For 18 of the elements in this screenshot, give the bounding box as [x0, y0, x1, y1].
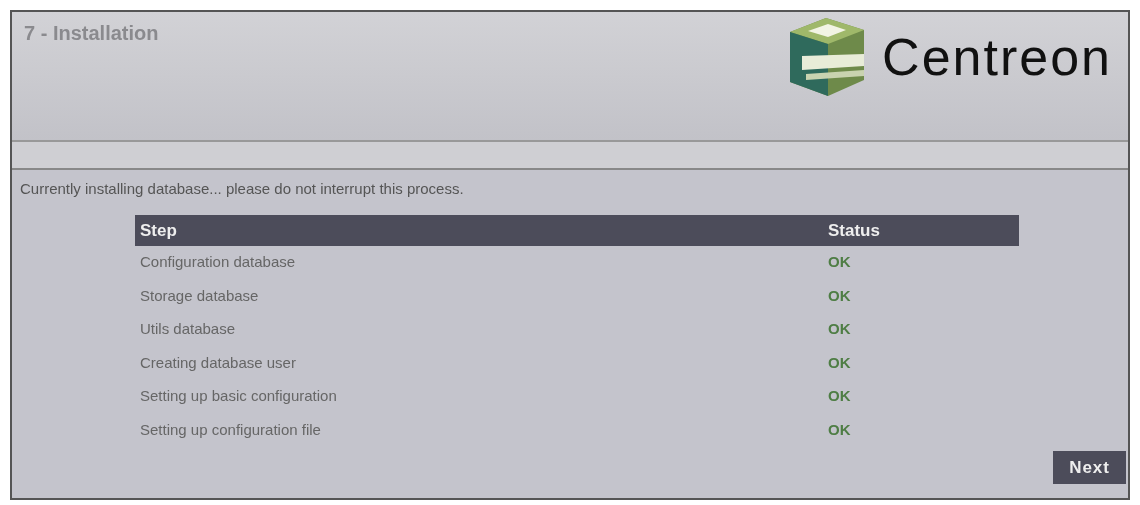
step-cell-text: Utils database	[139, 319, 237, 339]
logo-text: Centreon	[882, 31, 1112, 83]
step-cell-text: Setting up configuration file	[139, 419, 322, 440]
page-title: 7 - Installation	[24, 21, 159, 46]
status-cell-text: OK	[827, 319, 852, 339]
status-cell-text: OK	[827, 386, 852, 406]
step-cell-text: Setting up basic configuration	[139, 386, 338, 406]
column-header: Status	[823, 214, 1019, 246]
status-message: Currently installing database... please do not interrupt this process.	[19, 179, 465, 199]
column-header: Step	[135, 214, 823, 246]
step-cell-text: Storage database	[139, 285, 260, 306]
status-cell-text: OK	[827, 419, 852, 440]
step-cell-text: Creating database user	[139, 352, 297, 373]
step-cell: Configuration database	[135, 246, 823, 280]
status-cell-text: OK	[827, 352, 852, 373]
next-button[interactable]: Next	[1053, 450, 1126, 484]
status-cell: OK	[823, 246, 1019, 280]
status-cell-text: OK	[827, 285, 852, 306]
